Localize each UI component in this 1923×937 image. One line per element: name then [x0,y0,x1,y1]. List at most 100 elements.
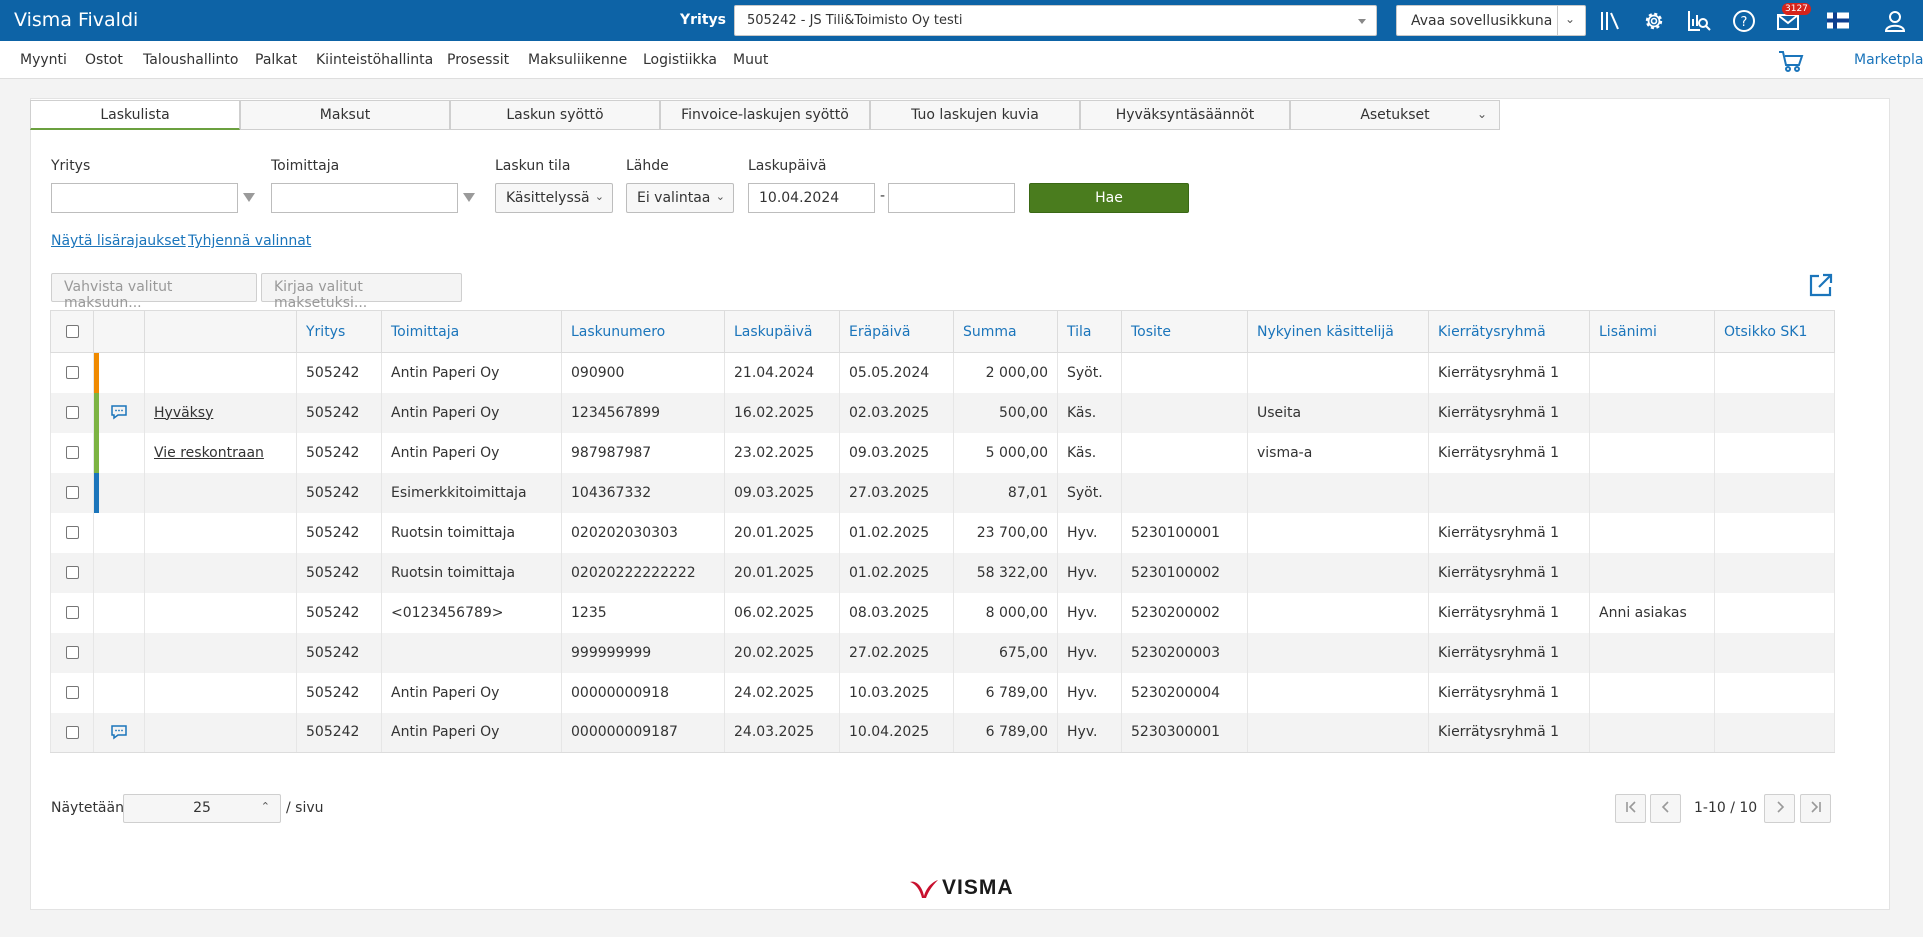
table-row[interactable]: 505242 Ruotsin toimittaja 020202030303 20.0… [50,512,1835,553]
next-page-button[interactable] [1764,794,1795,823]
tab-laskulista[interactable]: Laskulista [30,100,240,130]
filter-lahde-label: Lähde [626,158,669,174]
row-checkbox[interactable] [65,446,79,459]
report-search-icon[interactable] [1686,8,1712,34]
table-row[interactable]: 505242 Antin Paperi Oy 000000009187 24.03.2… [50,712,1835,753]
page-size-select[interactable]: 25 ⌃ [123,794,281,823]
search-button[interactable]: Hae [1029,183,1189,213]
yritys-dropdown-icon[interactable] [243,193,255,202]
row-status-cell [93,352,145,393]
column-header-toimittaja[interactable]: Toimittaja [381,310,562,353]
row-checkbox[interactable] [65,646,79,659]
column-header-lisanimi[interactable]: Lisänimi [1589,310,1715,353]
app-brand[interactable]: Visma Fivaldi [14,9,138,31]
cell-toimittaja: Esimerkkitoimittaja [381,472,562,513]
column-header-nykyinen-kasittelija[interactable]: Nykyinen käsittelijä [1247,310,1429,353]
menu-item-prosessit[interactable]: Prosessit [447,52,509,68]
table-row[interactable]: 505242 Ruotsin toimittaja 02020222222222 20… [50,552,1835,593]
menu-item-taloushallinto[interactable]: Taloushallinto [143,52,238,68]
tab-finvoice-laskujen-syotto[interactable]: Finvoice-laskujen syöttö [660,100,870,130]
menu-item-palkat[interactable]: Palkat [255,52,297,68]
marketplace-label: Marketplace [1854,52,1923,68]
cell-laskupaiva: 24.03.2025 [724,712,840,753]
cell-kierratysryhma [1428,472,1590,513]
menu-item-logistiikka[interactable]: Logistiikka [643,52,717,68]
table-row[interactable]: 505242 Antin Paperi Oy 00000000918 24.02.20… [50,672,1835,713]
clear-selections-link[interactable]: Tyhjennä valinnat [188,233,311,249]
menu-item-kiinteistohallinta[interactable]: Kiinteistöhallinta [316,52,433,68]
open-app-window-button[interactable]: Avaa sovellusikkuna ⌄ [1396,5,1586,36]
filter-toimittaja-input[interactable] [271,183,458,213]
gear-icon[interactable] [1641,8,1667,34]
table-row[interactable]: 505242 Esimerkkitoimittaja 104367332 09.03.… [50,472,1835,513]
menu-item-maksuliikenne[interactable]: Maksuliikenne [528,52,627,68]
table-row[interactable]: Vie reskontraan 505242 Antin Paperi Oy 9879… [50,432,1835,473]
row-checkbox[interactable] [65,566,79,579]
row-checkbox[interactable] [65,725,79,739]
row-checkbox[interactable] [65,606,79,619]
table-row[interactable]: 505242 <0123456789> 1235 06.02.2025 08.03.20… [50,592,1835,633]
column-header-laskupaiva[interactable]: Laskupäivä [724,310,840,353]
last-page-button[interactable] [1800,794,1831,823]
external-link-icon[interactable] [1808,272,1834,298]
user-icon[interactable] [1882,8,1908,34]
row-status-cell [93,552,145,593]
menu-item-ostot[interactable]: Ostot [85,52,123,68]
show-more-limits-link[interactable]: Näytä lisärajaukset [51,233,186,249]
column-header-tila[interactable]: Tila [1057,310,1122,353]
help-icon[interactable]: ? [1731,8,1757,34]
filter-yritys-input[interactable] [51,183,238,213]
library-icon[interactable] [1597,8,1623,34]
confirm-payment-button[interactable]: Vahvista valitut maksuun... [51,273,257,311]
column-header-otsikko-sk1[interactable]: Otsikko SK1 [1714,310,1835,353]
row-checkbox[interactable] [65,686,79,699]
toimittaja-dropdown-icon[interactable] [463,193,475,202]
column-header-erapaiva[interactable]: Eräpäivä [839,310,954,353]
menu-item-muut[interactable]: Muut [733,52,768,68]
tab-tuo-laskujen-kuvia[interactable]: Tuo laskujen kuvia [870,100,1080,130]
tab-maksut[interactable]: Maksut [240,100,450,130]
chevron-left-icon [1661,801,1669,813]
row-action-link[interactable]: Hyväksy [154,405,213,421]
filter-date-from-input[interactable]: 10.04.2024 [748,183,875,213]
table-row[interactable]: 505242 999999999 20.02.2025 27.02.2025 675,0… [50,632,1835,673]
cell-tosite: 5230100001 [1121,512,1248,553]
column-header-laskunumero[interactable]: Laskunumero [561,310,725,353]
first-page-button[interactable] [1615,794,1646,823]
table-row[interactable]: 505242 Antin Paperi Oy 090900 21.04.2024 05.… [50,352,1835,393]
filter-tila-select[interactable]: Käsittelyssä ⌄ [495,183,613,213]
row-select-cell [50,512,94,553]
row-checkbox[interactable] [65,526,79,539]
row-action-cell [144,672,297,713]
column-header-yritys[interactable]: Yritys [296,310,382,353]
column-header-kierratysryhma[interactable]: Kierrätysryhmä [1428,310,1590,353]
row-checkbox[interactable] [65,406,79,419]
split-divider [1557,6,1558,35]
tab-laskun-syotto[interactable]: Laskun syöttö [450,100,660,130]
page-range: 1-10 / 10 [1694,800,1758,816]
company-select[interactable]: 505242 - JS Tili&Toimisto Oy testi [734,5,1377,36]
tab-asetukset[interactable]: Asetukset ⌄ [1290,100,1500,130]
table-row[interactable]: Hyväksy 505242 Antin Paperi Oy 1234567899 16… [50,392,1835,433]
chevron-down-icon[interactable]: ⌄ [1565,12,1575,26]
row-select-cell [50,472,94,513]
row-checkbox[interactable] [65,486,79,499]
record-paid-button[interactable]: Kirjaa valitut maksetuksi... [261,273,462,311]
comment-icon[interactable] [110,404,128,420]
cell-erapaiva: 27.03.2025 [839,472,954,513]
menu-item-myynti[interactable]: Myynti [20,52,67,68]
tab-hyvaksyntasaannot[interactable]: Hyväksyntäsäännöt [1080,100,1290,130]
comment-icon[interactable] [110,724,128,740]
select-all-checkbox[interactable] [65,325,79,338]
cell-lisanimi: Anni asiakas [1589,592,1715,633]
column-header-tosite[interactable]: Tosite [1121,310,1248,353]
filter-date-to-input[interactable] [888,183,1015,213]
filter-lahde-select[interactable]: Ei valintaa ⌄ [626,183,734,213]
cell-kierratysryhma: Kierrätysryhmä 1 [1428,632,1590,673]
row-checkbox[interactable] [65,366,79,380]
column-header-summa[interactable]: Summa [953,310,1058,353]
finnish-flag-icon[interactable] [1827,12,1849,29]
cell-tosite: 5230200004 [1121,672,1248,713]
row-action-link[interactable]: Vie reskontraan [154,445,264,461]
previous-page-button[interactable] [1650,794,1681,823]
